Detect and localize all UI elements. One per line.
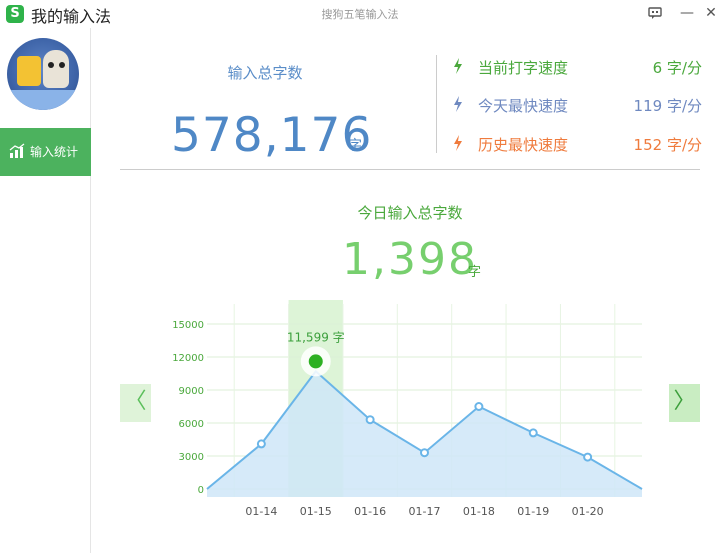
x-tick-label: 01-18	[463, 505, 495, 518]
today-fastest-label: 今天最快速度	[478, 97, 569, 115]
today-chars-label: 今日输入总字数	[357, 204, 463, 222]
close-button[interactable]: ✕	[700, 3, 720, 23]
feedback-button[interactable]	[644, 3, 666, 23]
avatar-art	[48, 62, 54, 68]
title-bar: S 我的输入法 搜狗五笔输入法 — ✕	[0, 0, 720, 28]
x-tick-label: 01-19	[517, 505, 549, 518]
avatar-art	[11, 90, 75, 110]
y-tick-label: 12000	[172, 353, 204, 364]
today-fastest-value: 119 字/分	[633, 97, 702, 115]
sidebar-item-label: 输入统计	[30, 145, 79, 159]
divider	[436, 55, 437, 153]
avatar[interactable]	[7, 38, 79, 110]
today-chars-unit: 字	[468, 265, 482, 280]
current-speed-label: 当前打字速度	[478, 59, 569, 77]
avatar-art	[17, 56, 41, 86]
data-point	[474, 402, 484, 411]
sidebar-item-input-stats[interactable]: 输入统计	[0, 128, 91, 176]
lightning-icon	[454, 96, 462, 112]
y-tick-label: 9000	[179, 386, 204, 397]
avatar-art	[59, 62, 65, 68]
y-tick-label: 6000	[179, 419, 204, 430]
today-chars-value: 1,398	[342, 234, 478, 285]
lightning-icon	[454, 58, 462, 74]
y-tick-label: 0	[198, 485, 204, 496]
lightning-icon	[454, 135, 462, 151]
x-tick-label: 01-15	[300, 505, 332, 518]
daily-input-chart: 0 3000 6000 9000 12000 15000 01-14 01-15 01-16 01…	[172, 300, 643, 518]
history-fastest-value: 152 字/分	[633, 136, 702, 154]
feedback-icon	[648, 7, 662, 19]
history-fastest-label: 历史最快速度	[478, 136, 569, 154]
window-subtitle: 搜狗五笔输入法	[321, 8, 399, 21]
data-point	[365, 415, 375, 425]
current-speed-row: 当前打字速度 6 字/分	[452, 57, 704, 77]
data-point	[256, 439, 266, 449]
y-tick-label: 15000	[172, 320, 204, 331]
minimize-button[interactable]: —	[676, 3, 698, 23]
total-chars-value: 578,176	[171, 108, 373, 163]
prev-page-button[interactable]: 〈	[120, 384, 151, 422]
data-point	[583, 452, 593, 462]
highlight-label: 11,599 字	[287, 329, 345, 344]
x-tick-label: 01-14	[245, 505, 277, 518]
x-tick-label: 01-20	[572, 505, 604, 518]
x-tick-label: 01-16	[354, 505, 386, 518]
today-fastest-row: 今天最快速度 119 字/分	[452, 95, 704, 115]
divider	[120, 169, 700, 170]
sidebar: 输入统计	[0, 28, 91, 553]
highlight-point	[308, 354, 323, 369]
x-tick-label: 01-17	[409, 505, 441, 518]
next-page-button[interactable]: 〉	[669, 384, 700, 422]
current-speed-value: 6 字/分	[652, 59, 702, 77]
total-chars-unit: 字	[348, 138, 362, 154]
avatar-art	[43, 50, 69, 88]
data-point	[420, 448, 429, 458]
y-tick-label: 3000	[179, 452, 204, 463]
total-chars-label: 输入总字数	[227, 64, 303, 82]
history-fastest-row: 历史最快速度 152 字/分	[452, 134, 704, 154]
bar-chart-icon	[9, 143, 25, 158]
data-point	[528, 428, 538, 438]
